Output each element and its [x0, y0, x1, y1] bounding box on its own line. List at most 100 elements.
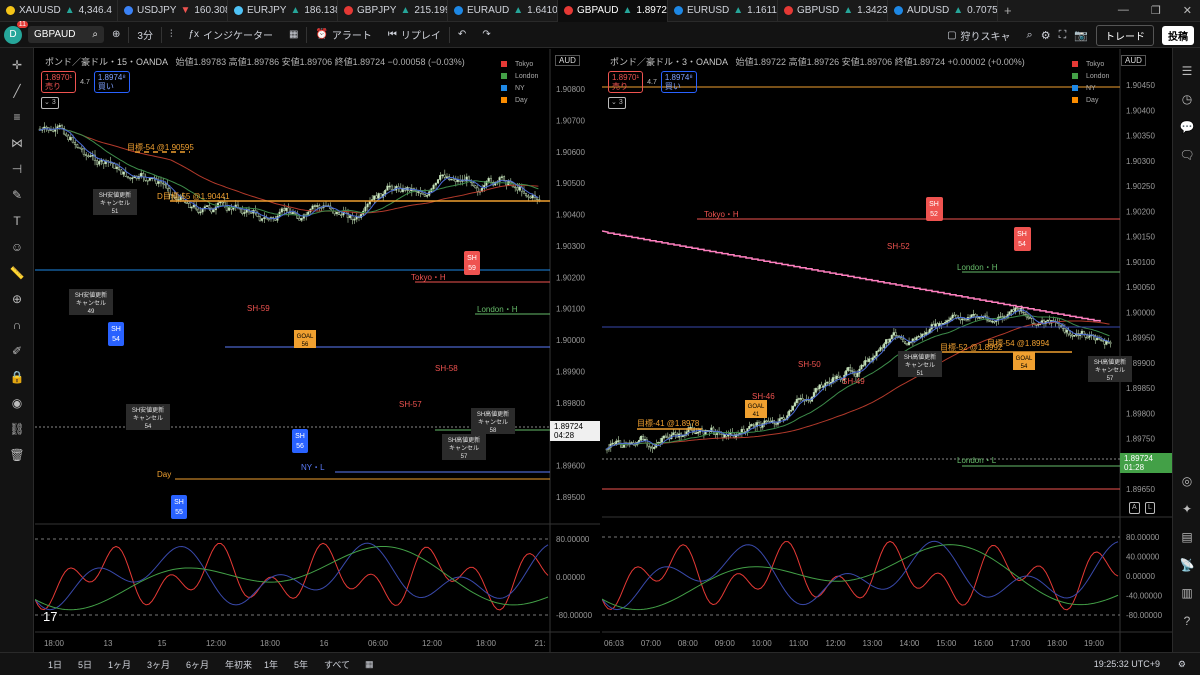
tab-eurjpy[interactable]: EURJPY▲186.138✕ — [228, 0, 338, 22]
range-5年[interactable]: 5年 — [290, 658, 312, 671]
quick-search-icon[interactable]: ⌕ — [1027, 29, 1033, 42]
notes-icon[interactable]: ▥ — [1178, 584, 1196, 602]
tab-price: 1.89724 — [636, 5, 667, 16]
tab-audusd[interactable]: AUDUSD▲0.70755✕ — [888, 0, 998, 22]
right-sell-button[interactable]: 1.8970¹ 売り — [608, 71, 644, 93]
left-spread: 4.7 — [80, 78, 90, 86]
help-icon[interactable]: ? — [1178, 612, 1196, 630]
range-年初来[interactable]: 年初来 — [221, 658, 256, 671]
projection-icon[interactable]: ⊣ — [8, 160, 26, 178]
lock-drawing-icon[interactable]: ✐ — [8, 342, 26, 360]
right-chart-canvas[interactable]: 1.90450 1.90400 1.90350 1.90300 1.90250 1.902… — [602, 49, 1172, 652]
calendar-icon[interactable]: ▦ — [365, 659, 374, 670]
avatar[interactable]: D 11 — [4, 20, 28, 44]
right-buy-sell-panel: 1.8970¹ 売り 4.7 1.8974⁸ 買い — [608, 71, 697, 93]
auto-scale-button[interactable]: A — [1129, 502, 1140, 514]
emoji-icon[interactable]: ☺ — [8, 238, 26, 256]
broadcast-icon[interactable]: 📡 — [1178, 556, 1196, 574]
maximize-icon[interactable]: ❐ — [1151, 4, 1161, 17]
left-sell-button[interactable]: 1.8970¹ 売り — [41, 71, 77, 93]
clock-icon[interactable]: ◷ — [1178, 90, 1196, 108]
tab-usdjpy[interactable]: USDJPY▼160.308✕ — [118, 0, 228, 22]
indicators-label: インジケーター — [203, 31, 274, 42]
range-1日[interactable]: 1日 — [44, 658, 66, 671]
candle — [666, 436, 669, 439]
candle — [384, 190, 387, 195]
eye-icon[interactable]: ◉ — [8, 394, 26, 412]
minimize-icon[interactable]: — — [1118, 4, 1129, 17]
tab-eurusd[interactable]: EURUSD▲1.16112✕ — [668, 0, 778, 22]
candle — [848, 367, 852, 371]
left-indicators-toggle[interactable]: ⌄ 3 — [41, 97, 59, 109]
range-すべて[interactable]: すべて — [320, 658, 354, 671]
lightbulb-icon[interactable]: ✦ — [1178, 500, 1196, 518]
zoom-icon[interactable]: ⊕ — [8, 290, 26, 308]
link-icon[interactable]: ⛓ — [8, 420, 26, 438]
alert-button[interactable]: ⏰ アラート — [307, 22, 379, 48]
pattern-icon[interactable]: ⋈ — [8, 134, 26, 152]
ruler-icon[interactable]: 📏 — [8, 264, 26, 282]
log-scale-button[interactable]: L — [1145, 502, 1155, 514]
layout-button[interactable]: ▦ — [281, 22, 306, 48]
fib-icon[interactable]: ≡ — [8, 108, 26, 126]
trendline-icon[interactable]: ╱ — [8, 82, 26, 100]
arrow-up-icon: ▲ — [622, 5, 633, 16]
redo-button[interactable]: ↷ — [474, 22, 498, 48]
settings-icon[interactable]: ⚙ — [1178, 659, 1186, 670]
right-chart-pane[interactable]: 1.90450 1.90400 1.90350 1.90300 1.90250 1.902… — [602, 49, 1172, 652]
tab-gbpaud[interactable]: GBPAUD▲1.89724✕ — [558, 0, 668, 22]
left-ohlc: 始値1.89783 高値1.89786 安値1.89706 終値1.89724 … — [175, 57, 465, 67]
calendar-icon[interactable]: ▤ — [1178, 528, 1196, 546]
candle — [65, 133, 68, 137]
right-indicators-toggle[interactable]: ⌄ 3 — [608, 97, 626, 109]
time-tick: 18:00 — [476, 639, 497, 648]
settings-icon[interactable]: ⚙ — [1041, 29, 1051, 42]
camera-icon[interactable]: 📷 — [1074, 29, 1088, 42]
interval-button[interactable]: 3分 — [129, 22, 161, 48]
range-1年[interactable]: 1年 — [260, 658, 282, 671]
candle — [613, 442, 616, 445]
candle — [940, 323, 943, 325]
text-icon[interactable]: T — [8, 212, 26, 230]
close-icon[interactable]: ✕ — [1183, 4, 1192, 17]
range-1ヶ月[interactable]: 1ヶ月 — [104, 658, 135, 671]
candle — [249, 211, 253, 214]
candle — [1101, 340, 1104, 342]
fullscreen-icon[interactable]: ⛶ — [1059, 29, 1067, 42]
symbol-search[interactable]: GBPAUD ⌕ — [28, 26, 104, 43]
chart-style-button[interactable]: ⫶ — [162, 22, 181, 48]
left-chart-canvas[interactable]: 1.90800 1.90700 1.90600 1.90500 1.90400 1.903… — [35, 49, 600, 652]
brush-icon[interactable]: ✎ — [8, 186, 26, 204]
left-chart-pane[interactable]: 1.90800 1.90700 1.90600 1.90500 1.90400 1.903… — [35, 49, 600, 652]
tab-symbol: GBPAUD — [577, 5, 619, 16]
range-6ヶ月[interactable]: 6ヶ月 — [182, 658, 213, 671]
screener-button[interactable]: ▢ 狩りスキャ — [939, 22, 1018, 48]
magnet-icon[interactable]: ∩ — [8, 316, 26, 334]
replay-button[interactable]: ⏮ リプレイ — [380, 22, 449, 48]
tab-gbpjpy[interactable]: GBPJPY▲215.199✕ — [338, 0, 448, 22]
trash-icon[interactable]: 🗑 — [8, 446, 26, 464]
left-buy-button[interactable]: 1.8974⁸ 買い — [93, 71, 130, 93]
chat-icon[interactable]: 💬 — [1178, 118, 1196, 136]
lock-icon[interactable]: 🔒 — [8, 368, 26, 386]
candle — [972, 314, 975, 316]
trade-button[interactable]: トレード — [1096, 24, 1154, 46]
osc-tick: 40.00000 — [1126, 553, 1160, 562]
add-symbol-button[interactable]: ⊕ — [104, 22, 128, 48]
candle — [419, 191, 422, 194]
undo-button[interactable]: ↶ — [450, 22, 474, 48]
target-icon[interactable]: ◎ — [1178, 472, 1196, 490]
chat2-icon[interactable]: 🗨 — [1178, 146, 1196, 164]
crosshair-icon[interactable]: ✛ — [8, 56, 26, 74]
tab-euraud[interactable]: EURAUD▲1.64104✕ — [448, 0, 558, 22]
right-buy-button[interactable]: 1.8974⁸ 買い — [660, 71, 697, 93]
range-5日[interactable]: 5日 — [74, 658, 96, 671]
tab-gbpusd[interactable]: GBPUSD▲1.34239✕ — [778, 0, 888, 22]
indicators-button[interactable]: ƒx インジケーター — [180, 22, 281, 48]
range-3ヶ月[interactable]: 3ヶ月 — [143, 658, 174, 671]
post-button[interactable]: 投稿 — [1162, 25, 1194, 45]
tab-xauusd[interactable]: XAUUSD▲4,346.4✕ — [0, 0, 118, 22]
new-tab-icon[interactable]: + — [998, 3, 1018, 18]
watchlist-icon[interactable]: ☰ — [1178, 62, 1196, 80]
time-tick: 12:00 — [422, 639, 443, 648]
